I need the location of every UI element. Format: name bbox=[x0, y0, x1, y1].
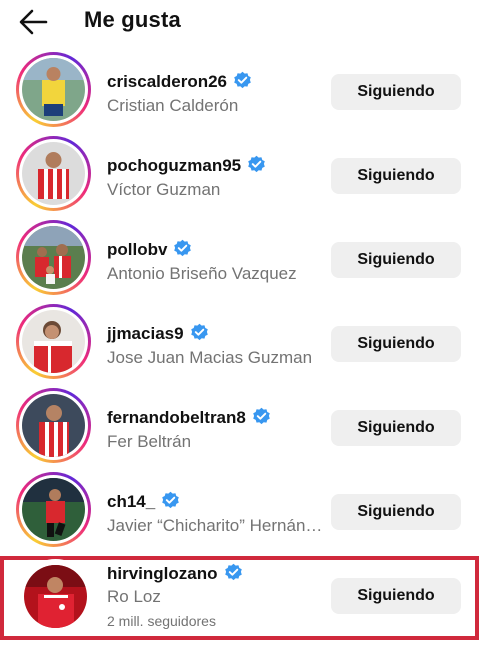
full-name: Javier “Chicharito” Hernán… bbox=[107, 516, 323, 535]
avatar[interactable] bbox=[16, 472, 91, 547]
list-item[interactable]: criscalderon26 Cristian Calderón Siguien… bbox=[0, 50, 480, 132]
list-item[interactable]: fernandobeltran8 Fer Beltrán Siguiendo bbox=[0, 386, 480, 468]
avatar[interactable] bbox=[16, 136, 91, 211]
verified-badge-icon bbox=[248, 155, 265, 173]
page-title: Me gusta bbox=[84, 7, 181, 32]
username[interactable]: pochoguzman95 bbox=[107, 155, 266, 176]
full-name: Jose Juan Macias Guzman bbox=[107, 348, 313, 367]
verified-badge-icon bbox=[253, 407, 270, 425]
following-button[interactable]: Siguiendo bbox=[331, 578, 461, 614]
verified-badge-icon bbox=[224, 563, 242, 581]
verified-badge-icon bbox=[174, 239, 192, 257]
verified-badge-icon bbox=[234, 71, 251, 89]
list-item[interactable]: pochoguzman95 Víctor Guzman Siguiendo bbox=[0, 134, 480, 216]
full-name: Ro Loz bbox=[107, 587, 161, 606]
following-button[interactable]: Siguiendo bbox=[331, 410, 461, 446]
username[interactable]: ch14_ bbox=[107, 491, 180, 512]
username[interactable]: criscalderon26 bbox=[107, 71, 252, 92]
list-item[interactable]: pollobv Antonio Briseño Vazquez Siguiend… bbox=[0, 218, 480, 300]
avatar[interactable] bbox=[16, 388, 91, 463]
back-button[interactable] bbox=[16, 6, 50, 38]
full-name: Cristian Calderón bbox=[107, 96, 239, 115]
username[interactable]: hirvinglozano bbox=[107, 563, 243, 584]
username[interactable]: pollobv bbox=[107, 239, 192, 260]
following-button[interactable]: Siguiendo bbox=[331, 494, 461, 530]
highlighted-list-item[interactable]: hirvinglozano Ro Loz 2 mill. seguidores … bbox=[0, 556, 479, 640]
following-button[interactable]: Siguiendo bbox=[331, 74, 461, 110]
avatar[interactable] bbox=[16, 52, 91, 127]
avatar[interactable] bbox=[18, 559, 93, 634]
list-item[interactable]: jjmacias9 Jose Juan Macias Guzman Siguie… bbox=[0, 302, 480, 384]
verified-badge-icon bbox=[190, 323, 208, 341]
top-bar: Me gusta bbox=[0, 0, 480, 44]
full-name: Antonio Briseño Vazquez bbox=[107, 264, 297, 283]
list-item[interactable]: ch14_ Javier “Chicharito” Hernán… Siguie… bbox=[0, 470, 480, 552]
verified-badge-icon bbox=[162, 491, 179, 509]
username[interactable]: fernandobeltran8 bbox=[107, 407, 271, 428]
avatar[interactable] bbox=[16, 220, 91, 295]
following-button[interactable]: Siguiendo bbox=[331, 326, 461, 362]
avatar[interactable] bbox=[16, 304, 91, 379]
username[interactable]: jjmacias9 bbox=[107, 323, 209, 344]
arrow-left-icon bbox=[19, 9, 48, 35]
following-button[interactable]: Siguiendo bbox=[331, 158, 461, 194]
following-button[interactable]: Siguiendo bbox=[331, 242, 461, 278]
full-name: Víctor Guzman bbox=[107, 180, 221, 199]
follower-count: 2 mill. seguidores bbox=[107, 613, 216, 629]
full-name: Fer Beltrán bbox=[107, 432, 192, 451]
